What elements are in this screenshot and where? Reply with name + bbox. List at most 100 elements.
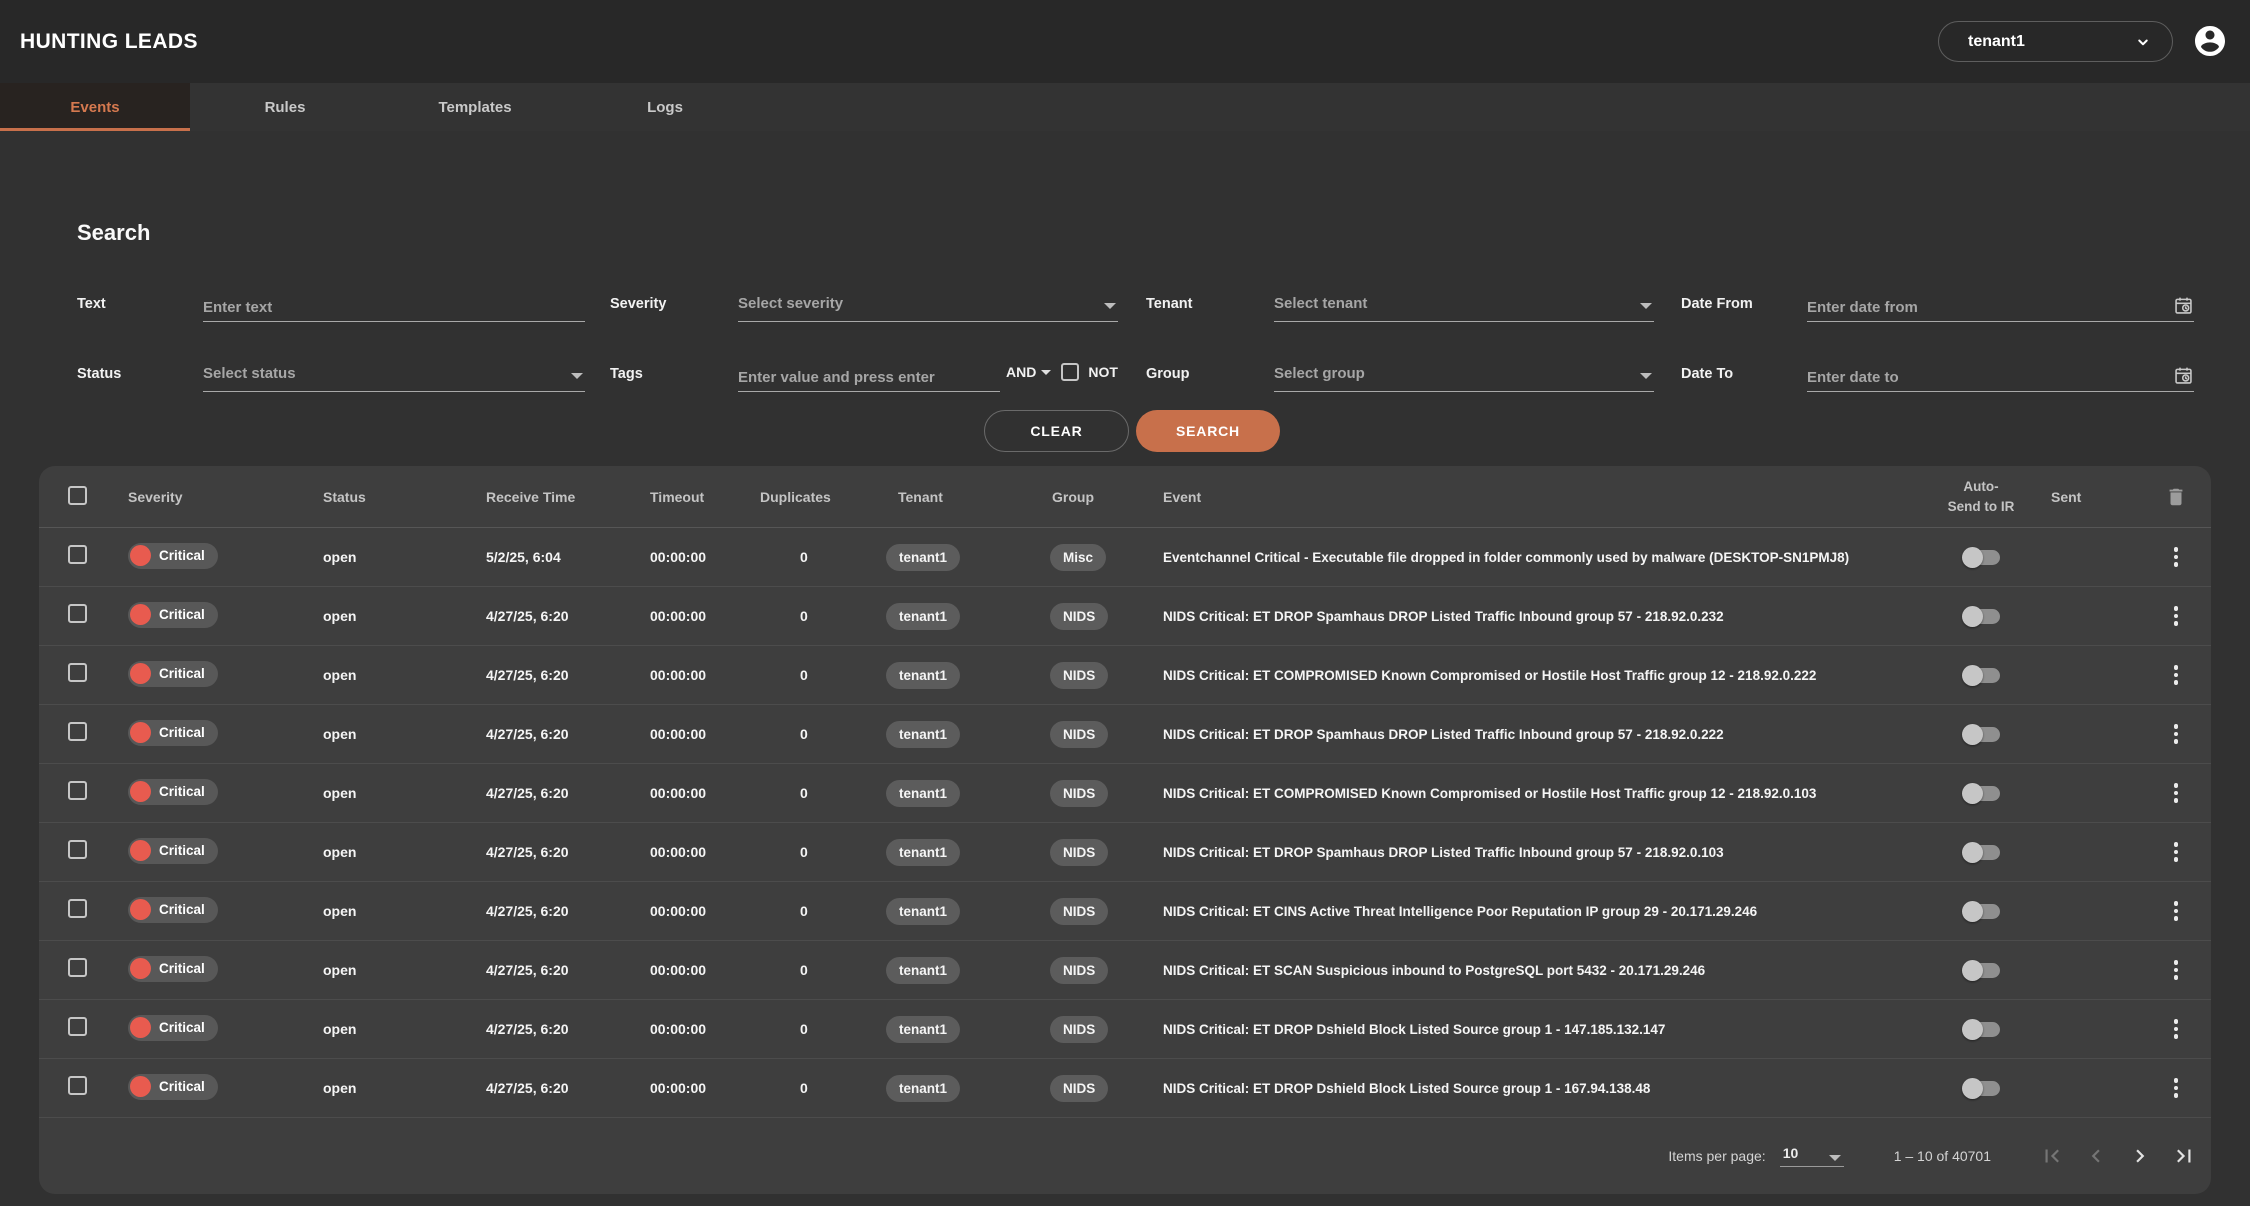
last-page-icon[interactable] [2171, 1143, 2197, 1169]
pagination-range: 1 – 10 of 40701 [1894, 1148, 1991, 1164]
tenant-pill: tenant1 [886, 839, 960, 866]
table-row: Criticalopen4/27/25, 6:2000:00:000tenant… [39, 1059, 2211, 1118]
tenant-pill: tenant1 [886, 603, 960, 630]
date-to-input[interactable] [1807, 369, 2162, 386]
row-menu-icon[interactable] [2171, 544, 2182, 570]
severity-dot-icon [130, 663, 151, 684]
column-header-event: Event [1156, 489, 1936, 505]
row-menu-icon[interactable] [2171, 898, 2182, 924]
delete-selected-icon[interactable] [2165, 486, 2187, 508]
auto-send-toggle[interactable] [1962, 1078, 2000, 1099]
row-checkbox[interactable] [68, 545, 87, 564]
first-page-icon[interactable] [2039, 1143, 2065, 1169]
severity-label: Critical [159, 666, 205, 681]
row-menu-icon[interactable] [2171, 1075, 2182, 1101]
account-icon[interactable] [2192, 23, 2228, 59]
column-header-status: Status [304, 489, 467, 505]
tenant-pill: tenant1 [886, 721, 960, 748]
duplicates-value: 0 [755, 962, 886, 978]
events-table: Severity Status Receive Time Timeout Dup… [39, 466, 2211, 1194]
row-checkbox[interactable] [68, 604, 87, 623]
tenant-pill: tenant1 [886, 780, 960, 807]
row-checkbox[interactable] [68, 840, 87, 859]
event-text: NIDS Critical: ET COMPROMISED Known Comp… [1156, 786, 1936, 801]
next-page-icon[interactable] [2127, 1143, 2153, 1169]
row-checkbox[interactable] [68, 663, 87, 682]
tab-rules[interactable]: Rules [190, 83, 380, 131]
severity-badge: Critical [128, 897, 218, 923]
row-menu-icon[interactable] [2171, 1016, 2182, 1042]
auto-send-toggle[interactable] [1962, 901, 2000, 922]
tab-logs[interactable]: Logs [570, 83, 760, 131]
group-pill: NIDS [1050, 957, 1108, 984]
auto-send-toggle[interactable] [1962, 547, 2000, 568]
tags-not-checkbox[interactable] [1061, 363, 1079, 381]
auto-send-toggle[interactable] [1962, 606, 2000, 627]
row-menu-icon[interactable] [2171, 957, 2182, 983]
receive-time-value: 4/27/25, 6:20 [467, 667, 631, 683]
row-checkbox[interactable] [68, 899, 87, 918]
auto-send-toggle[interactable] [1962, 842, 2000, 863]
status-select-placeholder: Select status [203, 365, 296, 382]
status-field-label: Status [77, 366, 121, 382]
tenant-selector[interactable]: tenant1 [1938, 21, 2173, 62]
row-menu-icon[interactable] [2171, 603, 2182, 629]
severity-dot-icon [130, 1017, 151, 1038]
search-button[interactable]: SEARCH [1136, 410, 1280, 452]
date-to-field-label: Date To [1681, 366, 1733, 382]
text-field-label: Text [77, 296, 106, 312]
date-from-input[interactable] [1807, 299, 2162, 316]
row-menu-icon[interactable] [2171, 780, 2182, 806]
row-menu-icon[interactable] [2171, 839, 2182, 865]
severity-badge: Critical [128, 720, 218, 746]
event-text: NIDS Critical: ET COMPROMISED Known Comp… [1156, 668, 1936, 683]
tab-events[interactable]: Events [0, 83, 190, 131]
severity-dot-icon [130, 958, 151, 979]
auto-send-toggle[interactable] [1962, 1019, 2000, 1040]
previous-page-icon[interactable] [2083, 1143, 2109, 1169]
group-select-placeholder: Select group [1274, 365, 1365, 382]
row-checkbox[interactable] [68, 1076, 87, 1095]
auto-send-toggle[interactable] [1962, 783, 2000, 804]
date-to-field [1807, 358, 2194, 392]
clear-button[interactable]: CLEAR [984, 410, 1129, 452]
tags-operator-select[interactable]: AND [1006, 364, 1036, 380]
timeout-value: 00:00:00 [631, 1021, 755, 1037]
row-menu-icon[interactable] [2171, 721, 2182, 747]
tags-operator-controls: AND NOT [1006, 363, 1118, 381]
tab-templates[interactable]: Templates [380, 83, 570, 131]
tenant-select[interactable]: Select tenant [1274, 288, 1654, 322]
tags-input[interactable] [738, 369, 1000, 386]
tags-field-label: Tags [610, 366, 643, 382]
text-search-input[interactable] [203, 299, 585, 316]
severity-badge: Critical [128, 838, 218, 864]
event-text: Eventchannel Critical - Executable file … [1156, 550, 1936, 565]
row-checkbox[interactable] [68, 722, 87, 741]
status-select[interactable]: Select status [203, 358, 585, 392]
status-value: open [304, 1080, 467, 1096]
auto-send-toggle[interactable] [1962, 724, 2000, 745]
row-menu-icon[interactable] [2171, 662, 2182, 688]
select-all-checkbox[interactable] [68, 486, 87, 505]
group-pill: NIDS [1050, 898, 1108, 925]
column-header-severity: Severity [114, 489, 304, 505]
status-value: open [304, 903, 467, 919]
group-select[interactable]: Select group [1274, 358, 1654, 392]
severity-select[interactable]: Select severity [738, 288, 1118, 322]
event-text: NIDS Critical: ET SCAN Suspicious inboun… [1156, 963, 1936, 978]
tab-bar: EventsRulesTemplatesLogs [0, 83, 2250, 131]
row-checkbox[interactable] [68, 958, 87, 977]
calendar-clock-icon[interactable] [2173, 295, 2194, 316]
receive-time-value: 4/27/25, 6:20 [467, 1021, 631, 1037]
auto-send-toggle[interactable] [1962, 665, 2000, 686]
items-per-page-select[interactable]: 10 [1780, 1145, 1844, 1167]
app-header: HUNTING LEADS tenant1 [0, 0, 2250, 83]
row-checkbox[interactable] [68, 1017, 87, 1036]
calendar-clock-icon[interactable] [2173, 365, 2194, 386]
duplicates-value: 0 [755, 667, 886, 683]
table-row: Criticalopen4/27/25, 6:2000:00:000tenant… [39, 941, 2211, 1000]
row-checkbox[interactable] [68, 781, 87, 800]
auto-send-toggle[interactable] [1962, 960, 2000, 981]
tenant-pill: tenant1 [886, 957, 960, 984]
group-pill: NIDS [1050, 603, 1108, 630]
